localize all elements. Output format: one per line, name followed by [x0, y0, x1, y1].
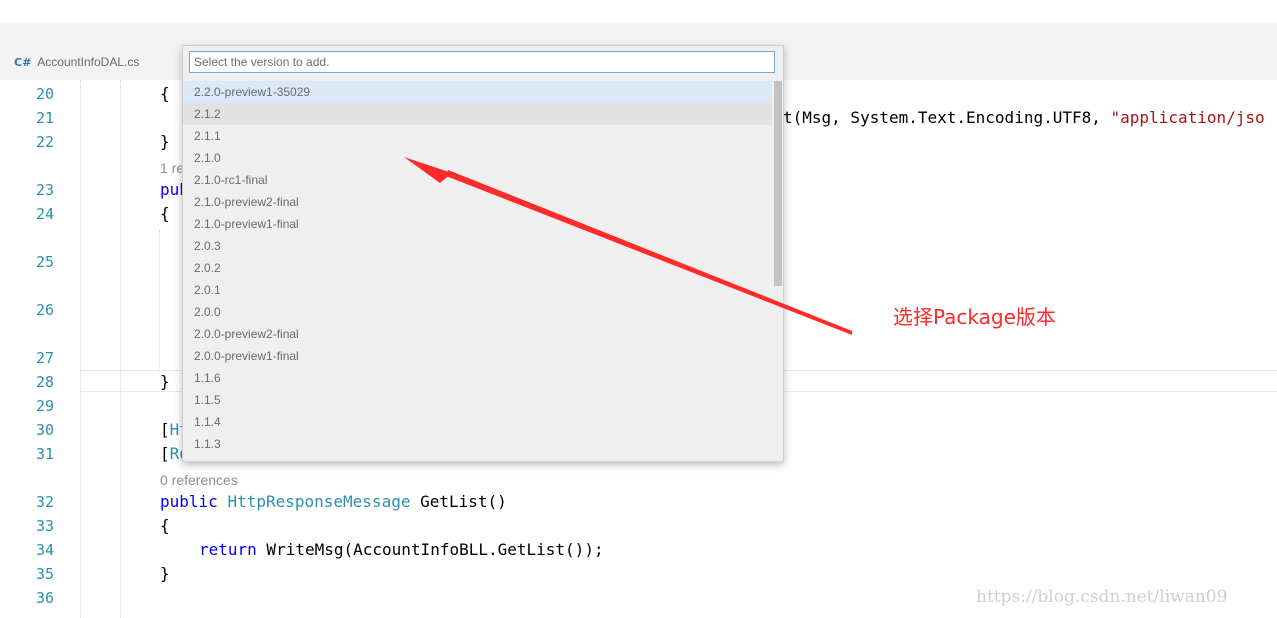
arrow-shaft: [446, 170, 852, 335]
watermark: https://blog.csdn.net/liwan09: [976, 587, 1228, 607]
annotation-label: 选择Package版本: [893, 305, 1056, 329]
annotation-arrow: [404, 157, 852, 335]
arrow-head-icon: [404, 157, 452, 183]
